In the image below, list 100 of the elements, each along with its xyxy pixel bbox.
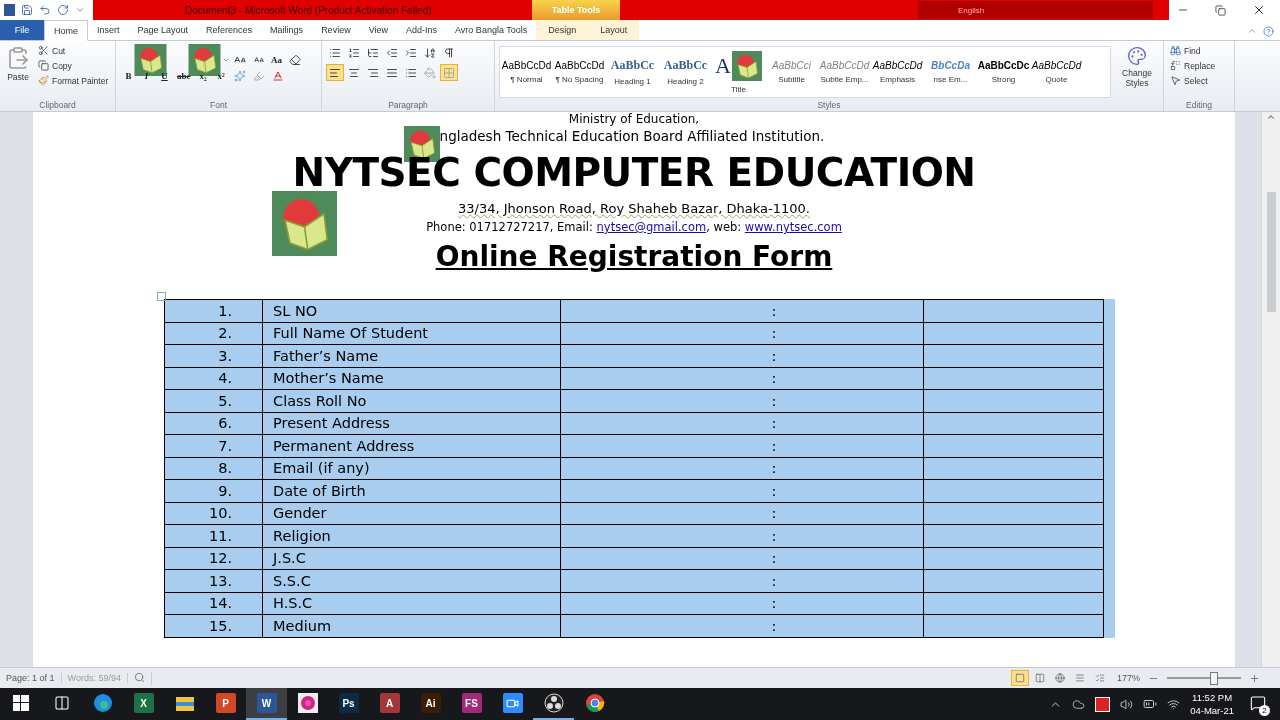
style-item[interactable]: AaBbCcDd ¶ No Spacing	[553, 47, 606, 97]
app-logo: Ai	[420, 693, 441, 713]
style-item[interactable]: AaBbCci Subtitle	[765, 47, 818, 97]
answer-cell[interactable]	[923, 524, 1104, 547]
indent-icon	[405, 46, 417, 59]
row-number: 7.	[164, 434, 263, 457]
browser-icon	[92, 693, 113, 713]
answer-cell[interactable]	[923, 344, 1104, 367]
ribbon-tab[interactable]: Insert	[88, 20, 129, 40]
font-style-button[interactable]: B	[120, 67, 137, 84]
wifi-icon	[1167, 697, 1181, 711]
colon-separator: :	[771, 347, 777, 364]
answer-cell[interactable]	[923, 569, 1104, 592]
field-label: Medium	[262, 614, 561, 637]
video-icon	[502, 693, 523, 713]
style-item[interactable]: AaBbCc Heading 2	[659, 47, 712, 97]
style-item[interactable]: AaBbCcDd Subtle Emp...	[818, 47, 871, 97]
pdf-icon[interactable]	[1095, 696, 1111, 712]
style-item[interactable]: AaBbCcDd Quote	[1030, 47, 1083, 97]
collapse-ribbon-icon	[1247, 26, 1257, 36]
table-move-handle[interactable]	[157, 292, 166, 301]
form-title: Online Registration Form	[435, 240, 833, 273]
ribbon-tab[interactable]: File	[0, 20, 44, 40]
ribbon-tab[interactable]: References	[197, 20, 262, 40]
taskbar-app[interactable]: Ai	[410, 688, 451, 720]
answer-cell[interactable]	[923, 547, 1104, 570]
style-item[interactable]: AaBbCcDd ¶ Normal	[500, 47, 553, 97]
change-styles-button[interactable]: Change Styles	[1115, 44, 1159, 100]
style-item[interactable]: BbCcDa nse Em...	[924, 47, 977, 97]
answer-cell[interactable]	[923, 367, 1104, 390]
clock[interactable]: 11:52 PM 04-Mar-21	[1190, 691, 1234, 717]
taskbar-app[interactable]: FS	[451, 688, 492, 720]
pilcrow-icon	[443, 46, 455, 59]
taskbar-app[interactable]: Ps	[328, 688, 369, 720]
ribbon-tab[interactable]: View	[359, 20, 397, 40]
zoom-slider-thumb[interactable]	[1209, 671, 1218, 685]
font-style-button[interactable]: x²	[212, 67, 230, 84]
answer-cell[interactable]	[923, 299, 1104, 322]
cut-button[interactable]: Cut	[36, 44, 111, 57]
style-item[interactable]: A Title	[712, 47, 765, 97]
notifications-button[interactable]: 2	[1244, 694, 1272, 714]
language-label[interactable]: English	[958, 5, 985, 15]
select-button[interactable]: Select	[1168, 74, 1218, 87]
taskbar-app[interactable]: P	[205, 688, 246, 720]
ribbon-tab[interactable]: Avro Bangla Tools	[446, 20, 537, 40]
colon-separator: :	[771, 392, 777, 409]
ribbon-tab[interactable]: Layout	[588, 20, 640, 40]
ribbon-tab[interactable]: Add-Ins	[397, 20, 447, 40]
align-button[interactable]	[326, 64, 344, 81]
answer-cell[interactable]	[923, 592, 1104, 615]
answer-cell[interactable]	[923, 457, 1104, 480]
zoom-level[interactable]: 177%	[1116, 673, 1140, 683]
sparkles-icon	[233, 69, 246, 82]
redo-icon	[57, 4, 69, 16]
font-style-button[interactable]: I	[138, 67, 155, 84]
web-link[interactable]: www.nytsec.com	[744, 220, 842, 234]
copy-button[interactable]: Copy	[36, 59, 111, 72]
close-icon	[1252, 3, 1266, 17]
colon-separator: :	[771, 550, 777, 567]
ribbon-tab[interactable]: Design	[536, 20, 589, 40]
dropdown-icon	[222, 56, 230, 64]
answer-cell[interactable]	[923, 479, 1104, 502]
format-painter-button[interactable]: Format Painter	[36, 74, 111, 87]
scrollbar-thumb[interactable]	[1266, 192, 1276, 312]
ribbon-tab[interactable]: Home	[44, 20, 88, 41]
ribbon-tab[interactable]: Review	[312, 20, 360, 40]
answer-cell[interactable]	[923, 389, 1104, 412]
colon-separator: :	[771, 595, 777, 612]
tree-list-icon	[367, 46, 379, 59]
font-style-button[interactable]: abc	[174, 67, 194, 84]
style-item[interactable]: AaBbCcDd Emphasis	[871, 47, 924, 97]
row-number: 11.	[164, 524, 263, 547]
circle-icon	[543, 693, 564, 713]
font-style-button[interactable]: U	[156, 67, 173, 84]
style-item[interactable]: AaBbCc Heading 1	[606, 47, 659, 97]
font-size-icon	[234, 54, 246, 66]
app-logo: Ps	[338, 693, 359, 713]
ribbon-tab[interactable]: Page Layout	[128, 20, 198, 40]
taskbar-app[interactable]: A	[369, 688, 410, 720]
font-size-icon	[253, 55, 264, 65]
style-item[interactable]: AaBbCcDc Strong	[977, 47, 1030, 97]
ribbon-tab[interactable]: Mailings	[261, 20, 313, 40]
scroll-up-icon	[1266, 112, 1276, 122]
field-label: SL NO	[262, 299, 561, 322]
scissors-icon	[38, 45, 49, 56]
field-label: Full Name Of Student	[262, 322, 561, 345]
answer-cell[interactable]	[923, 614, 1104, 637]
field-label: Email (if any)	[262, 457, 561, 480]
answer-cell[interactable]	[923, 412, 1104, 435]
clipboard-icon	[6, 46, 30, 70]
taskbar-app[interactable]: W	[246, 688, 287, 720]
replace-button[interactable]: Replace	[1168, 59, 1218, 72]
page-count[interactable]: Page: 1 of 1	[0, 673, 62, 683]
paste-button[interactable]: Paste	[4, 44, 32, 100]
answer-cell[interactable]	[923, 434, 1104, 457]
answer-cell[interactable]	[923, 322, 1104, 345]
answer-cell[interactable]	[923, 502, 1104, 525]
taskbar-app[interactable]: X	[123, 688, 164, 720]
change-case-button[interactable]: Aa	[268, 51, 285, 69]
find-button[interactable]: Find	[1168, 44, 1218, 57]
